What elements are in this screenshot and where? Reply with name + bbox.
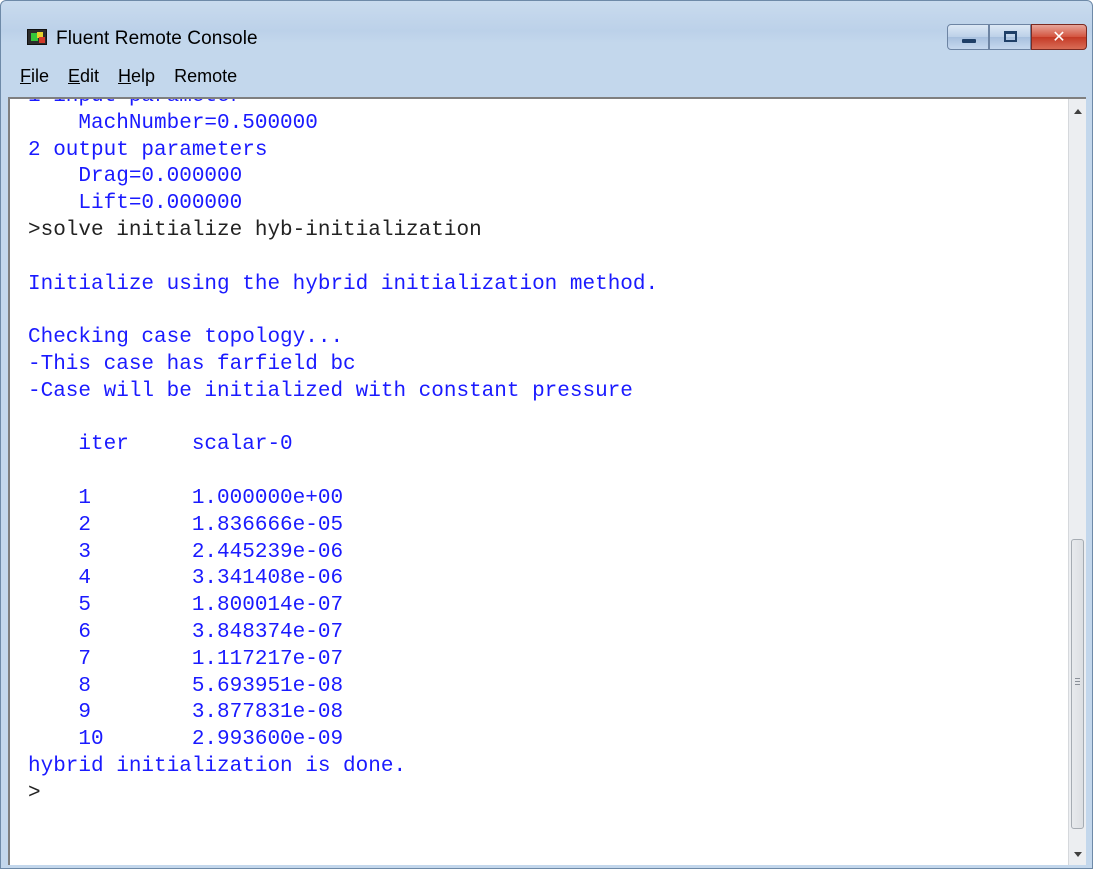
console-line: 4 3.341408e-06 <box>28 567 344 591</box>
console-line: 2 1.836666e-05 <box>28 513 344 537</box>
menu-bar: File Edit Help Remote <box>8 61 1085 91</box>
console-line: -This case has farfield bc <box>28 352 356 376</box>
scroll-down-arrow-icon[interactable] <box>1074 852 1082 857</box>
console-line: 7 1.117217e-07 <box>28 647 344 671</box>
maximize-button[interactable] <box>989 24 1031 50</box>
vertical-scrollbar[interactable] <box>1068 99 1086 865</box>
scrollbar-grip-icon <box>1075 678 1080 687</box>
console-line: Initialize using the hybrid initializati… <box>28 272 659 296</box>
window-controls: ✕ <box>947 24 1087 50</box>
minimize-button[interactable] <box>947 24 989 50</box>
console-line: >solve initialize hyb-initialization <box>28 218 482 242</box>
console-line: 1 input parameter <box>28 99 658 111</box>
console-line: Lift=0.000000 <box>28 192 243 216</box>
console-line: > <box>28 781 41 805</box>
fluent-window: Fluent Remote Console ✕ File Edit Help R… <box>0 0 1093 869</box>
menu-file[interactable]: File <box>8 66 56 87</box>
maximize-icon <box>1004 31 1017 42</box>
close-button[interactable]: ✕ <box>1031 24 1087 50</box>
title-bar[interactable]: Fluent Remote Console ✕ <box>1 1 1092 55</box>
console-output[interactable]: 1 input parameter MachNumber=0.500000 2 o… <box>8 97 1086 865</box>
menu-remote[interactable]: Remote <box>162 66 244 87</box>
scroll-up-arrow-icon[interactable] <box>1074 109 1082 114</box>
minimize-icon <box>962 39 976 43</box>
window-title: Fluent Remote Console <box>56 28 258 49</box>
console-line: MachNumber=0.500000 <box>28 111 318 135</box>
console-line: 6 3.848374e-07 <box>28 620 344 644</box>
console-line: 1 1.000000e+00 <box>28 486 344 510</box>
fluent-app-icon[interactable] <box>27 29 47 45</box>
console-line: iter scalar-0 <box>28 433 293 457</box>
menu-edit[interactable]: Edit <box>56 66 106 87</box>
console-line: 2 output parameters <box>28 138 268 162</box>
scrollbar-thumb[interactable] <box>1071 539 1084 829</box>
console-line: 3 2.445239e-06 <box>28 540 344 564</box>
menu-help[interactable]: Help <box>106 66 162 87</box>
console-line: Drag=0.000000 <box>28 165 243 189</box>
console-line: 8 5.693951e-08 <box>28 674 344 698</box>
console-text: 1 input parameter MachNumber=0.500000 2 o… <box>28 99 659 808</box>
console-line: Checking case topology... <box>28 326 344 350</box>
console-line: 5 1.800014e-07 <box>28 594 344 618</box>
console-line: 9 3.877831e-08 <box>28 701 344 725</box>
console-line: 10 2.993600e-09 <box>28 728 344 752</box>
console-line: hybrid initialization is done. <box>28 754 407 778</box>
console-line: -Case will be initialized with constant … <box>28 379 633 403</box>
close-icon: ✕ <box>1052 27 1066 46</box>
